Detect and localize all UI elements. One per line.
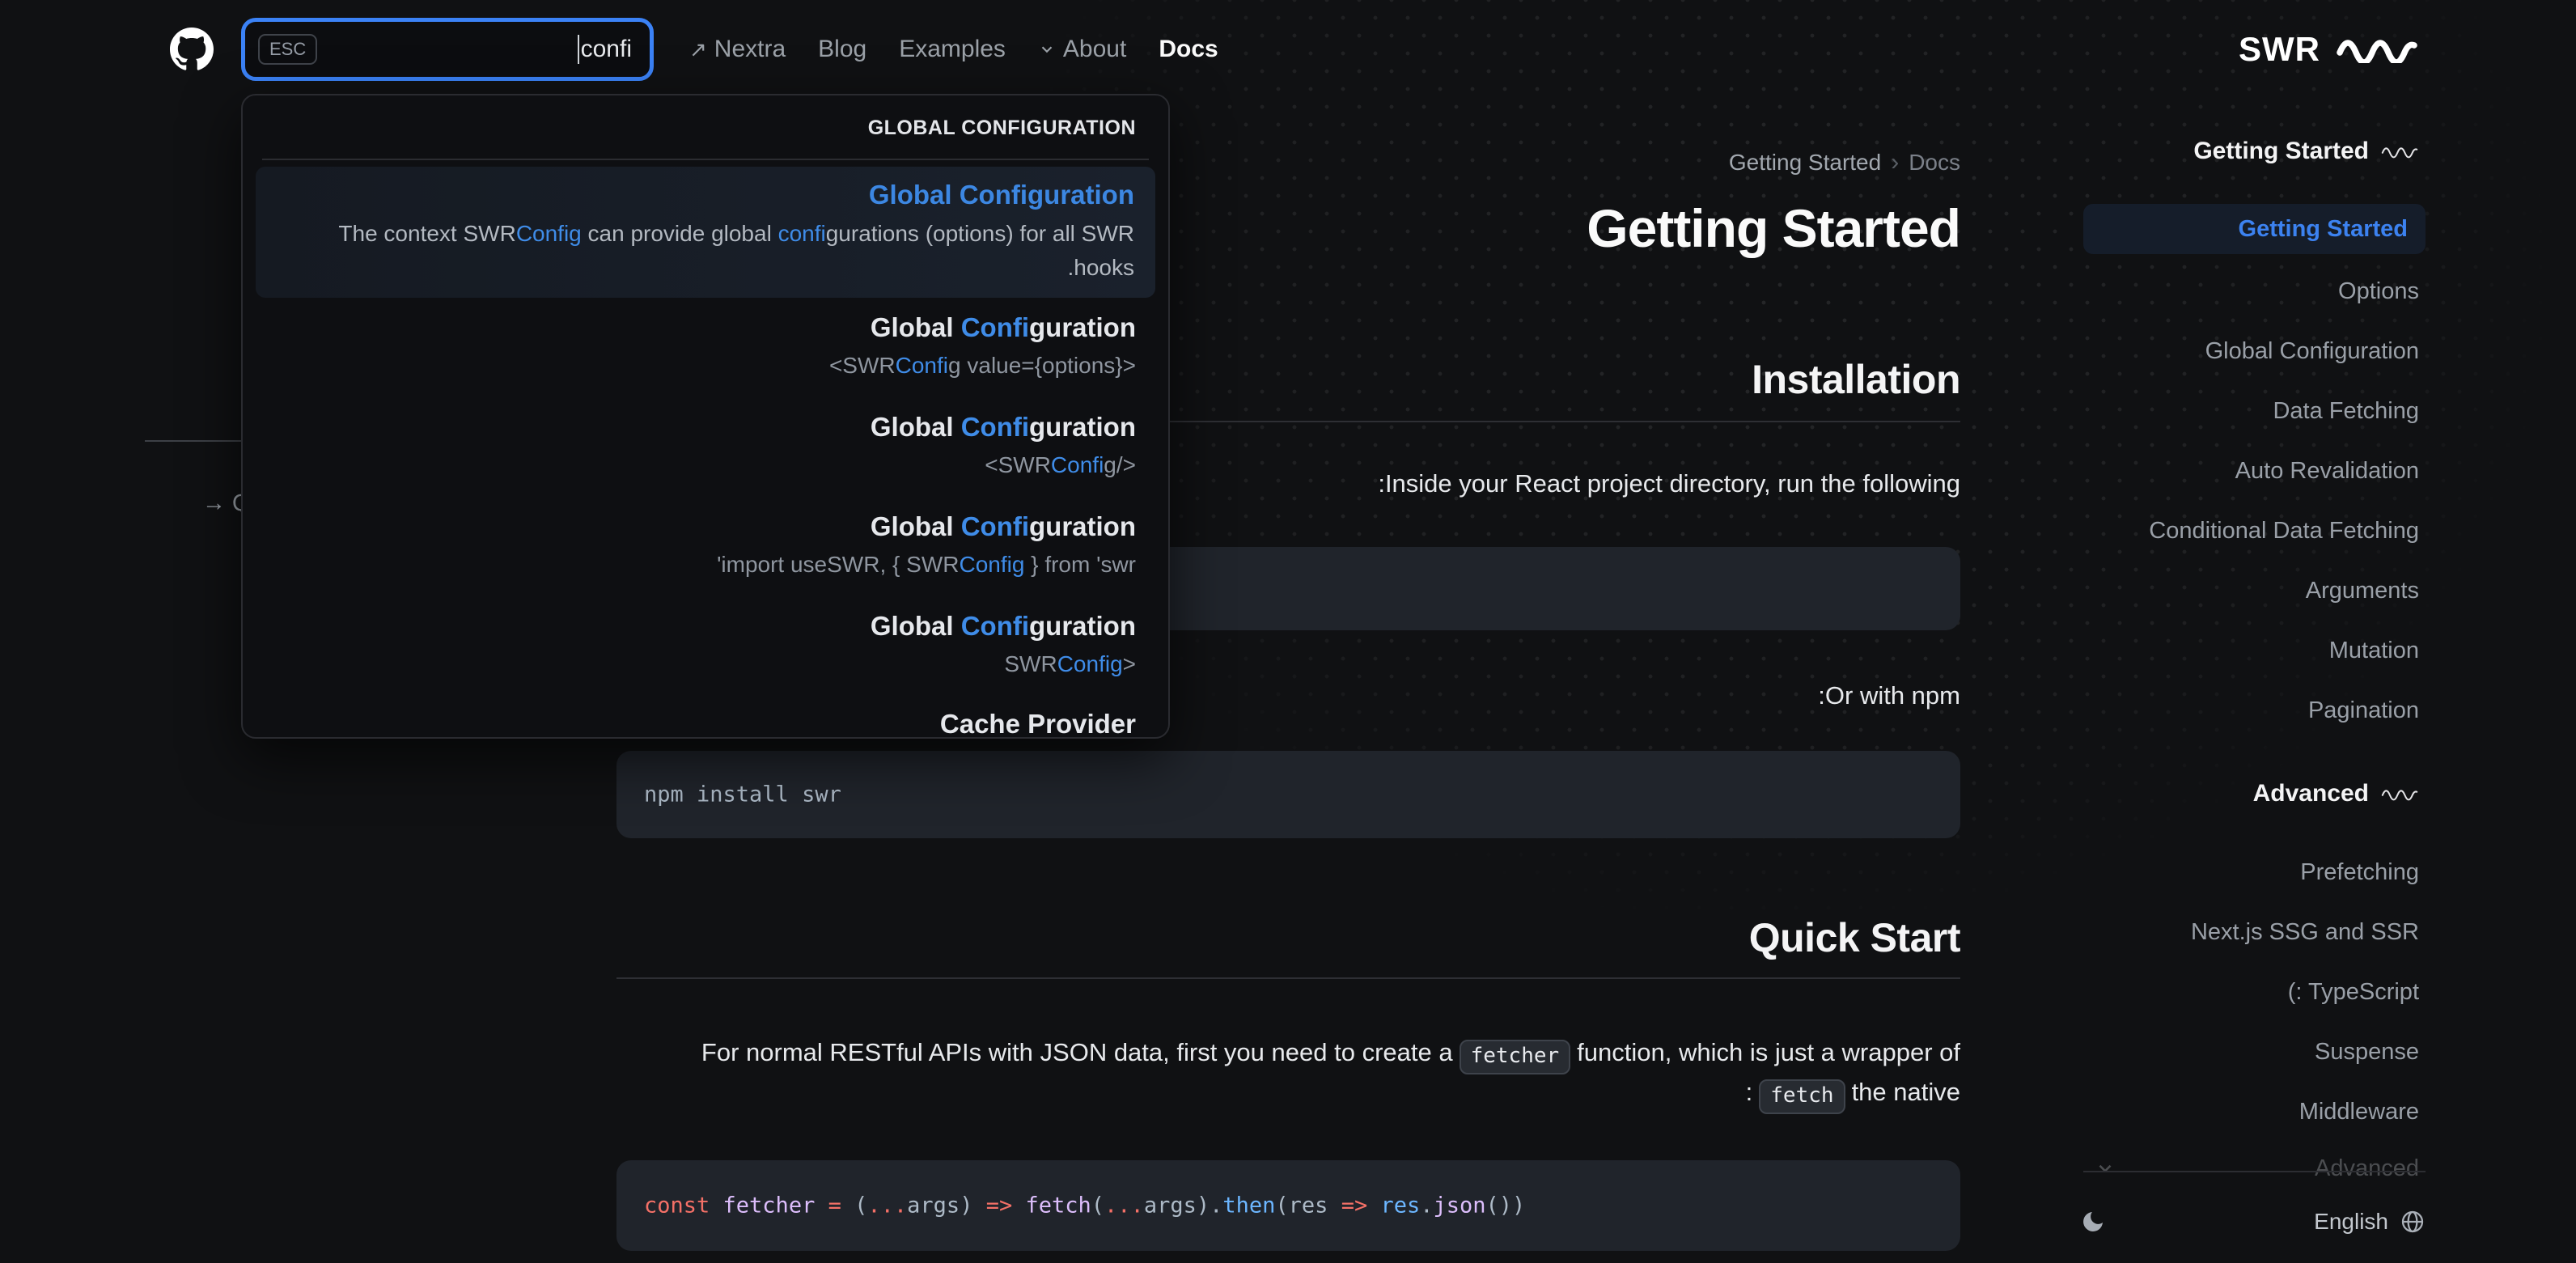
squiggle-icon [2381,790,2418,801]
fetcher-code: const fetcher = (...args) => fetch(...ar… [644,1193,1526,1218]
code-block-fetcher[interactable]: const fetcher = (...args) => fetch(...ar… [616,1160,1960,1251]
chevron-down-icon [2099,1164,2112,1173]
or-with-npm-paragraph: :Or with npm [1818,681,1960,710]
result-group-cache-provider[interactable]: Cache Provider [940,709,1136,737]
theme-toggle-button[interactable] [2077,1206,2109,1238]
sidebar-item-prefetching[interactable]: Prefetching [2300,854,2419,890]
nav-link-examples[interactable]: Examples [899,36,1006,63]
breadcrumb-chevron-icon: › [1891,149,1900,176]
text-caret [577,35,579,64]
sidebar-section-advanced: Advanced [2253,780,2419,807]
search-result-snippet[interactable]: 'import useSWR, { SWRConfig } from 'swr [717,552,1136,578]
breadcrumb: Getting Started › Docs [1729,149,1960,176]
npm-install-code: npm install swr [644,782,841,807]
installation-paragraph: :Inside your React project directory, ru… [1378,469,1960,498]
swr-squiggle-icon [2337,40,2417,63]
breadcrumb-current: Docs [1909,150,1960,175]
squiggle-icon [2381,147,2418,159]
sidebar-section-getting-started: Getting Started [2193,138,2419,165]
search-result[interactable]: Global Configuration [871,511,1136,542]
nav-link-nextra[interactable]: ↗ Nextra [689,36,786,63]
nav-link-blog[interactable]: Blog [818,36,866,63]
nav-menu-about[interactable]: About [1038,36,1126,63]
result-group-header: GLOBAL CONFIGURATION [867,117,1136,139]
swr-logo-text: SWR [2239,30,2320,68]
language-switcher[interactable]: English [2314,1209,2426,1235]
sidebar-item-options[interactable]: Options [2338,273,2419,309]
inline-code-fetch: fetch [1759,1079,1845,1115]
docs-sidebar: Getting Started Getting Started Options … [2077,99,2426,1263]
search-result[interactable]: Global Configuration [871,412,1136,443]
main-nav: ↗ Nextra Blog Examples About Docs [689,36,1218,63]
page-title: Getting Started [1587,198,1961,258]
section-divider [616,977,1960,979]
heading-quick-start: Quick Start [1748,915,1961,960]
code-block-npm-install[interactable]: npm install swr [616,751,1960,838]
dropdown-divider [262,159,1149,160]
sidebar-item-pagination[interactable]: Pagination [2308,693,2419,728]
chevron-down-icon [1041,46,1053,53]
search-result-selected[interactable]: Global Configuration The context SWRConf… [256,167,1155,298]
sidebar-item-conditional-data-fetching[interactable]: Conditional Data Fetching [2149,513,2419,549]
search-result-snippet[interactable]: SWRConfig> [1004,651,1136,677]
sidebar-item-typescript[interactable]: (: TypeScript [2288,974,2419,1010]
sidebar-collapsed-advanced[interactable]: Advanced [2077,1149,2419,1188]
sidebar-item-arguments[interactable]: Arguments [2306,573,2419,608]
inline-code-fetcher: fetcher [1459,1040,1571,1075]
sidebar-item-auto-revalidation[interactable]: Auto Revalidation [2235,453,2419,489]
sidebar-item-suspense[interactable]: Suspense [2315,1034,2419,1070]
nav-link-docs[interactable]: Docs [1159,36,1218,63]
quick-start-paragraph-line1: For normal RESTful APIs with JSON data, … [701,1029,1960,1076]
sidebar-item-data-fetching[interactable]: Data Fetching [2273,393,2419,429]
sidebar-item-middleware[interactable]: Middleware [2299,1094,2419,1129]
external-link-icon: ↗ [689,36,707,61]
swr-logo[interactable]: SWR [2239,30,2419,69]
result-title: Global Configuration [868,180,1134,210]
search-input[interactable]: ESC confi [241,18,654,81]
quick-start-paragraph-line2: : fetch the native [1746,1078,1960,1115]
search-result[interactable]: Global Configuration [871,312,1136,343]
search-result-snippet[interactable]: <SWRConfig value={options}> [829,353,1136,379]
heading-installation: Installation [1752,357,1960,402]
sidebar-item-nextjs-ssg-ssr[interactable]: Next.js SSG and SSR [2191,914,2419,950]
moon-icon [2083,1212,2103,1231]
search-query: confi [577,35,632,64]
result-description: The context SWRConfig can provide global… [338,221,1134,280]
globe-icon [2401,1210,2424,1233]
search-result-snippet[interactable]: <SWRConfig/> [985,452,1136,478]
search-results-dropdown: GLOBAL CONFIGURATION Global Configuratio… [241,94,1170,739]
search-result[interactable]: Global Configuration [871,611,1136,642]
top-navbar: ESC confi ↗ Nextra Blog Examples About D… [0,0,2576,99]
esc-key-hint: ESC [258,34,318,65]
sidebar-footer: English [2077,1196,2426,1248]
github-icon[interactable] [170,28,214,71]
sidebar-item-global-configuration[interactable]: Global Configuration [2205,333,2419,369]
sidebar-item-mutation[interactable]: Mutation [2329,633,2419,668]
sidebar-footer-divider [2083,1171,2426,1172]
breadcrumb-parent[interactable]: Getting Started [1729,150,1881,176]
sidebar-item-getting-started[interactable]: Getting Started [2083,204,2426,254]
toc-divider [145,440,244,442]
